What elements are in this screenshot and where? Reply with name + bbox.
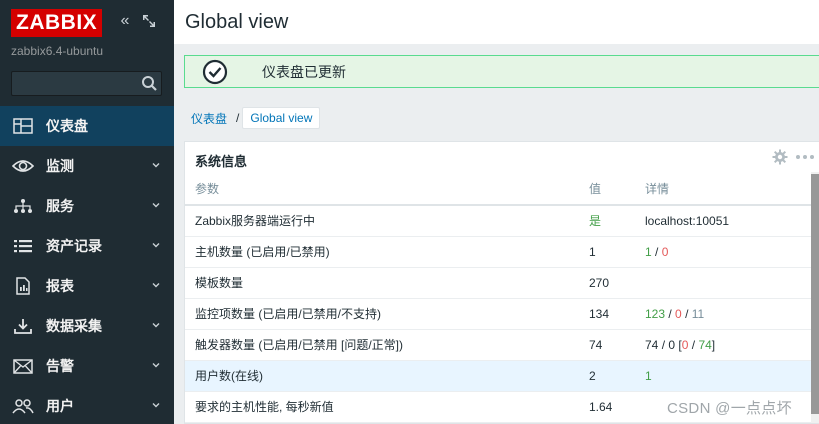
breadcrumb-dashboard-link[interactable]: 仪表盘	[184, 110, 233, 127]
server-name: zabbix6.4-ubuntu	[11, 44, 104, 58]
detail-cell: 1	[635, 360, 811, 392]
menu-item-services[interactable]: 服务	[0, 186, 174, 226]
chevron-down-icon[interactable]	[151, 280, 161, 290]
menu-label-services: 服务	[46, 198, 74, 214]
column-header-parameter[interactable]: 参数	[185, 172, 579, 206]
chevron-down-icon[interactable]	[151, 320, 161, 330]
param-cell: 模板数量	[185, 267, 579, 299]
success-message: 仪表盘已更新	[184, 55, 819, 88]
menu-label-monitoring: 监测	[46, 158, 74, 174]
enabled-count: 74	[645, 337, 659, 352]
main-menu: 仪表盘 监测 服务 资产记录 报表 数据采集 告警 用户	[0, 106, 174, 424]
chevron-down-icon[interactable]	[151, 240, 161, 250]
breadcrumb: 仪表盘 / Global view	[184, 107, 321, 129]
column-header-value[interactable]: 值	[579, 172, 635, 206]
chevron-down-icon[interactable]	[151, 200, 161, 210]
value-cell: 是	[579, 205, 635, 237]
value-cell: 2	[579, 360, 635, 392]
table-row: 用户数(在线) 2 1	[185, 360, 811, 392]
widget-header: 系统信息	[185, 142, 819, 172]
disabled-count: 0	[675, 306, 682, 321]
menu-item-data-collection[interactable]: 数据采集	[0, 306, 174, 346]
menu-item-dashboard[interactable]: 仪表盘	[0, 106, 174, 146]
table-header-row: 参数 值 详情	[185, 172, 811, 206]
collapse-sidebar-icon[interactable]: «	[117, 13, 133, 29]
menu-label-dashboard: 仪表盘	[46, 118, 88, 134]
enabled-count: 1	[645, 244, 652, 259]
chevron-down-icon[interactable]	[151, 400, 161, 410]
menu-item-monitoring[interactable]: 监测	[0, 146, 174, 186]
table-row: 监控项数量 (已启用/已禁用/不支持) 134 123 / 0 / 11	[185, 298, 811, 330]
page-title: Global view	[185, 11, 289, 33]
message-text: 仪表盘已更新	[262, 63, 346, 80]
sidebar-header: ZABBIX « zabbix6.4-ubuntu	[0, 0, 174, 104]
param-cell: 触发器数量 (已启用/已禁用 [问题/正常])	[185, 329, 579, 361]
table-row: 模板数量 270	[185, 267, 811, 299]
detail-cell	[635, 267, 811, 299]
value-cell: 270	[579, 267, 635, 299]
menu-item-users[interactable]: 用户	[0, 386, 174, 424]
value-cell: 1	[579, 236, 635, 268]
unsupported-count: 11	[691, 306, 705, 321]
page-header: Global view	[174, 0, 819, 44]
param-cell: Zabbix服务器端运行中	[185, 205, 579, 237]
search-icon[interactable]	[141, 75, 158, 92]
check-circle-icon	[202, 59, 228, 84]
value-cell: 74	[579, 329, 635, 361]
value-cell: 134	[579, 298, 635, 330]
table-row: 主机数量 (已启用/已禁用) 1 1 / 0	[185, 236, 811, 268]
chevron-down-icon[interactable]	[151, 360, 161, 370]
eye-icon	[12, 157, 34, 175]
table-row: Zabbix服务器端运行中 是 localhost:10051	[185, 205, 811, 237]
zabbix-logo[interactable]: ZABBIX	[11, 9, 103, 37]
watermark: CSDN @一点点坏	[667, 400, 792, 417]
chevron-down-icon[interactable]	[151, 160, 161, 170]
download-icon	[12, 317, 34, 335]
system-info-table: 参数 值 详情 Zabbix服务器端运行中 是 localhost:10051 …	[185, 172, 811, 423]
list-icon	[12, 237, 34, 255]
widget-title: 系统信息	[195, 154, 248, 169]
detail-cell: 123 / 0 / 11	[635, 298, 811, 330]
scrollbar-thumb[interactable]	[811, 174, 819, 414]
menu-item-inventory[interactable]: 资产记录	[0, 226, 174, 266]
disabled-count: 0	[668, 337, 676, 352]
param-cell: 要求的主机性能, 每秒新值	[185, 391, 579, 423]
disabled-count: 0	[661, 244, 669, 259]
menu-label-reports: 报表	[46, 278, 74, 294]
report-icon	[12, 277, 34, 295]
menu-item-reports[interactable]: 报表	[0, 266, 174, 306]
users-icon	[12, 397, 34, 415]
menu-item-alerts[interactable]: 告警	[0, 346, 174, 386]
param-cell: 主机数量 (已启用/已禁用)	[185, 236, 579, 268]
enabled-count: 123	[645, 306, 666, 321]
services-icon	[12, 197, 34, 215]
param-cell: 监控项数量 (已启用/已禁用/不支持)	[185, 298, 579, 330]
param-cell: 用户数(在线)	[185, 360, 579, 392]
mail-icon	[12, 357, 34, 375]
more-options-icon[interactable]	[795, 150, 815, 164]
search-input[interactable]	[12, 72, 132, 95]
menu-label-data-collection: 数据采集	[46, 318, 102, 334]
menu-label-inventory: 资产记录	[46, 238, 102, 254]
detail-cell: 1 / 0	[635, 236, 811, 268]
problem-count: 0	[681, 337, 689, 352]
detail-cell: localhost:10051	[635, 205, 811, 237]
column-header-details[interactable]: 详情	[635, 172, 811, 206]
gear-icon[interactable]	[772, 149, 788, 165]
main-content: Global view 仪表盘已更新 仪表盘 / Global view 系统信…	[174, 0, 819, 424]
sidebar: ZABBIX « zabbix6.4-ubuntu 仪表盘 监测 服务 资产记录…	[0, 0, 174, 424]
sidebar-search	[11, 71, 162, 96]
message-icon-area	[185, 56, 245, 87]
ok-count: 74	[698, 337, 712, 352]
menu-label-alerts: 告警	[46, 358, 74, 374]
table-row: 触发器数量 (已启用/已禁用 [问题/正常]) 74 74 / 0 [0 / 7…	[185, 329, 811, 361]
menu-label-users: 用户	[46, 398, 74, 414]
system-info-widget: 系统信息 参数 值 详情 Zabbix服务器端运行中 是 localhost:1…	[184, 141, 819, 424]
value-cell: 1.64	[579, 391, 635, 423]
breadcrumb-current[interactable]: Global view	[242, 107, 321, 129]
dashboard-icon	[12, 117, 34, 135]
detail-cell: 74 / 0 [0 / 74]	[635, 329, 811, 361]
kiosk-mode-icon[interactable]	[141, 13, 157, 29]
breadcrumb-separator: /	[236, 111, 240, 125]
